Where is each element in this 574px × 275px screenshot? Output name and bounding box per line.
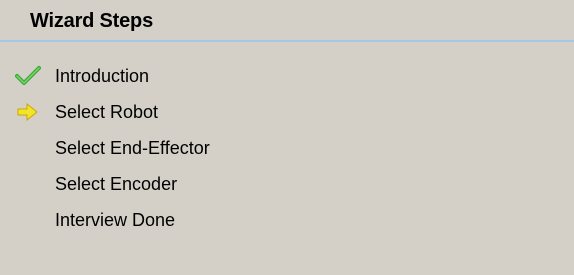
wizard-step-label: Select Robot	[55, 102, 159, 122]
arrow-right-icon	[15, 101, 41, 123]
wizard-step-label: Select End-Effector	[55, 138, 210, 158]
wizard-step-label: Select Encoder	[55, 174, 178, 194]
wizard-step-label: Introduction	[55, 66, 150, 86]
wizard-steps-list: Introduction Select Robot Select End-Eff…	[0, 58, 574, 238]
checkmark-icon	[15, 65, 41, 87]
wizard-step-introduction[interactable]: Introduction	[0, 58, 574, 94]
wizard-step-select-end-effector[interactable]: Select End-Effector	[0, 130, 574, 166]
panel-header: Wizard Steps	[0, 0, 574, 42]
wizard-step-label: Interview Done	[55, 210, 176, 230]
wizard-steps-panel: Wizard Steps Introduction Select Robot S…	[0, 0, 574, 275]
wizard-step-interview-done[interactable]: Interview Done	[0, 202, 574, 238]
panel-title: Wizard Steps	[30, 10, 154, 32]
wizard-step-select-robot[interactable]: Select Robot	[0, 94, 574, 130]
wizard-step-select-encoder[interactable]: Select Encoder	[0, 166, 574, 202]
